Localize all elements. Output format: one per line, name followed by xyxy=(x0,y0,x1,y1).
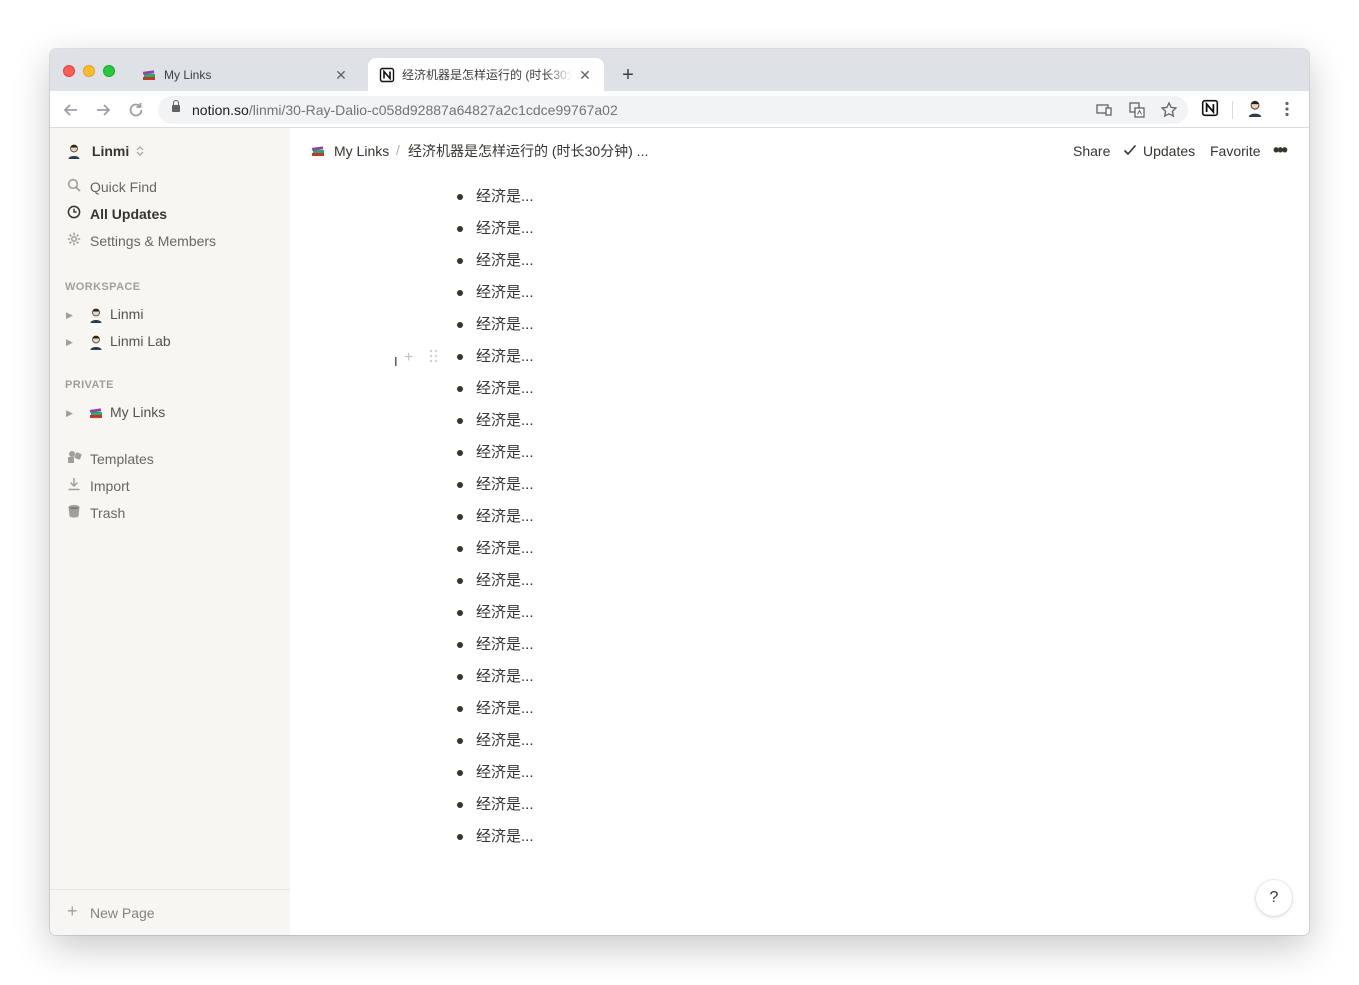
browser-toolbar: notion.so/linmi/30-Ray-Dalio-c058d92887a… xyxy=(50,91,1309,128)
sidebar-item-all-updates[interactable]: All Updates xyxy=(66,203,167,225)
private-section-label: PRIVATE xyxy=(65,379,114,391)
browser-window: My Links ✕ 经济机器是怎样运行的 (时长30分钟) ✕ + notio… xyxy=(50,49,1309,935)
avatar-icon xyxy=(68,144,80,160)
bullet-item[interactable]: 经济是... xyxy=(450,506,534,538)
minimize-window-button[interactable] xyxy=(83,65,95,77)
star-icon[interactable] xyxy=(1160,101,1178,119)
tab-my-links[interactable]: My Links ✕ xyxy=(130,58,360,91)
url-text[interactable]: notion.so/linmi/30-Ray-Dalio-c058d92887a… xyxy=(192,102,618,118)
breadcrumb-separator: / xyxy=(396,142,400,158)
sidebar-page-linmi-lab[interactable]: ▶ Linmi Lab xyxy=(66,330,171,352)
triangle-right-icon[interactable]: ▶ xyxy=(66,402,80,424)
zoom-window-button[interactable] xyxy=(103,65,115,77)
bullet-item[interactable]: 经济是... xyxy=(450,698,534,730)
page-content: My Links / 经济机器是怎样运行的 (时长30分钟) ... Share… xyxy=(290,128,1309,935)
updates-button[interactable]: Updates xyxy=(1143,142,1195,160)
toolbar-divider xyxy=(1232,101,1233,119)
tab-title: My Links xyxy=(164,68,212,82)
sidebar-item-quick-find[interactable]: Quick Find xyxy=(66,176,157,198)
bullet-item[interactable]: 经济是... xyxy=(450,826,534,858)
search-icon xyxy=(66,177,82,199)
triangle-right-icon[interactable]: ▶ xyxy=(66,304,80,326)
close-tab-icon[interactable]: ✕ xyxy=(332,66,350,84)
address-bar[interactable]: notion.so/linmi/30-Ray-Dalio-c058d92887a… xyxy=(158,96,1188,124)
trash-icon xyxy=(66,503,82,525)
books-icon xyxy=(311,146,324,156)
plus-icon: + xyxy=(67,901,78,921)
new-page-button[interactable]: + New Page xyxy=(50,889,290,935)
profile-avatar-icon[interactable] xyxy=(1245,99,1265,119)
drag-handle-icon[interactable] xyxy=(430,350,438,364)
triangle-right-icon[interactable]: ▶ xyxy=(66,331,80,353)
avatar-icon xyxy=(90,308,102,324)
breadcrumb-current[interactable]: 经济机器是怎样运行的 (时长30分钟) ... xyxy=(408,142,648,160)
workspace-section-label: WORKSPACE xyxy=(65,281,141,293)
tab-notion-page[interactable]: 经济机器是怎样运行的 (时长30分钟) ✕ xyxy=(368,58,604,91)
lock-icon xyxy=(172,100,180,112)
bullet-item[interactable]: 经济是... xyxy=(450,762,534,794)
translate-icon[interactable] xyxy=(1128,101,1146,119)
bullet-item[interactable]: 经济是... xyxy=(450,442,534,474)
bulleted-list: 经济是... 经济是... 经济是... 经济是... 经济是... 经济是... 经济是.… xyxy=(450,186,534,858)
sidebar: Linmi Quick Find All Updates Settings & … xyxy=(50,128,290,935)
forward-icon[interactable] xyxy=(92,99,114,121)
new-tab-button[interactable]: + xyxy=(616,63,640,87)
bullet-item[interactable]: 经济是... xyxy=(450,474,534,506)
close-tab-icon[interactable]: ✕ xyxy=(576,66,594,84)
templates-icon xyxy=(66,449,82,471)
bullet-item[interactable]: 经济是... xyxy=(450,346,534,378)
more-options-icon[interactable]: ••• xyxy=(1273,141,1288,159)
tab-title: 经济机器是怎样运行的 (时长30分钟) xyxy=(402,68,572,82)
page-topbar: My Links / 经济机器是怎样运行的 (时长30分钟) ... Share… xyxy=(290,128,1309,173)
check-icon xyxy=(1123,144,1137,156)
help-button[interactable]: ? xyxy=(1256,880,1292,916)
bullet-item[interactable]: 经济是... xyxy=(450,570,534,602)
breadcrumb-parent[interactable]: My Links xyxy=(334,142,389,160)
sidebar-page-linmi[interactable]: ▶ Linmi xyxy=(66,303,143,325)
sidebar-item-templates[interactable]: Templates xyxy=(66,448,154,470)
cast-icon[interactable] xyxy=(1095,101,1113,119)
bullet-item[interactable]: 经济是... xyxy=(450,794,534,826)
notion-icon xyxy=(379,67,395,83)
gear-icon xyxy=(66,231,82,253)
favorite-button[interactable]: Favorite xyxy=(1210,142,1261,160)
bullet-item[interactable]: 经济是... xyxy=(450,186,534,218)
sidebar-item-trash[interactable]: Trash xyxy=(66,502,125,524)
notion-extension-icon[interactable] xyxy=(1200,99,1220,119)
bullet-item[interactable]: 经济是... xyxy=(450,218,534,250)
workspace-name: Linmi xyxy=(91,143,130,160)
kebab-menu-icon[interactable] xyxy=(1277,99,1297,119)
bullet-item[interactable]: 经济是... xyxy=(450,634,534,666)
sidebar-item-import[interactable]: Import xyxy=(66,475,130,497)
close-window-button[interactable] xyxy=(63,65,75,77)
books-icon xyxy=(142,70,155,80)
add-block-icon[interactable]: + xyxy=(404,349,413,367)
bullet-item[interactable]: 经济是... xyxy=(450,314,534,346)
bullet-item[interactable]: 经济是... xyxy=(450,602,534,634)
text-cursor-icon: I xyxy=(394,354,398,369)
tab-strip: My Links ✕ 经济机器是怎样运行的 (时长30分钟) ✕ + xyxy=(50,49,1309,91)
bullet-item[interactable]: 经济是... xyxy=(450,538,534,570)
bullet-item[interactable]: 经济是... xyxy=(450,730,534,762)
sidebar-item-settings[interactable]: Settings & Members xyxy=(66,230,216,252)
bullet-item[interactable]: 经济是... xyxy=(450,410,534,442)
bullet-item[interactable]: 经济是... xyxy=(450,666,534,698)
bullet-item[interactable]: 经济是... xyxy=(450,378,534,410)
import-icon xyxy=(66,476,82,498)
avatar-icon xyxy=(90,335,102,351)
bullet-item[interactable]: 经济是... xyxy=(450,250,534,282)
share-button[interactable]: Share xyxy=(1073,142,1110,160)
reload-icon[interactable] xyxy=(125,99,147,121)
books-icon xyxy=(89,408,102,419)
chevron-updown-icon xyxy=(136,146,144,157)
workspace-switcher[interactable]: Linmi xyxy=(66,142,145,162)
sidebar-page-my-links[interactable]: ▶ My Links xyxy=(66,401,165,423)
clock-icon xyxy=(66,204,82,226)
bullet-item[interactable]: 经济是... xyxy=(450,282,534,314)
back-icon[interactable] xyxy=(60,99,82,121)
